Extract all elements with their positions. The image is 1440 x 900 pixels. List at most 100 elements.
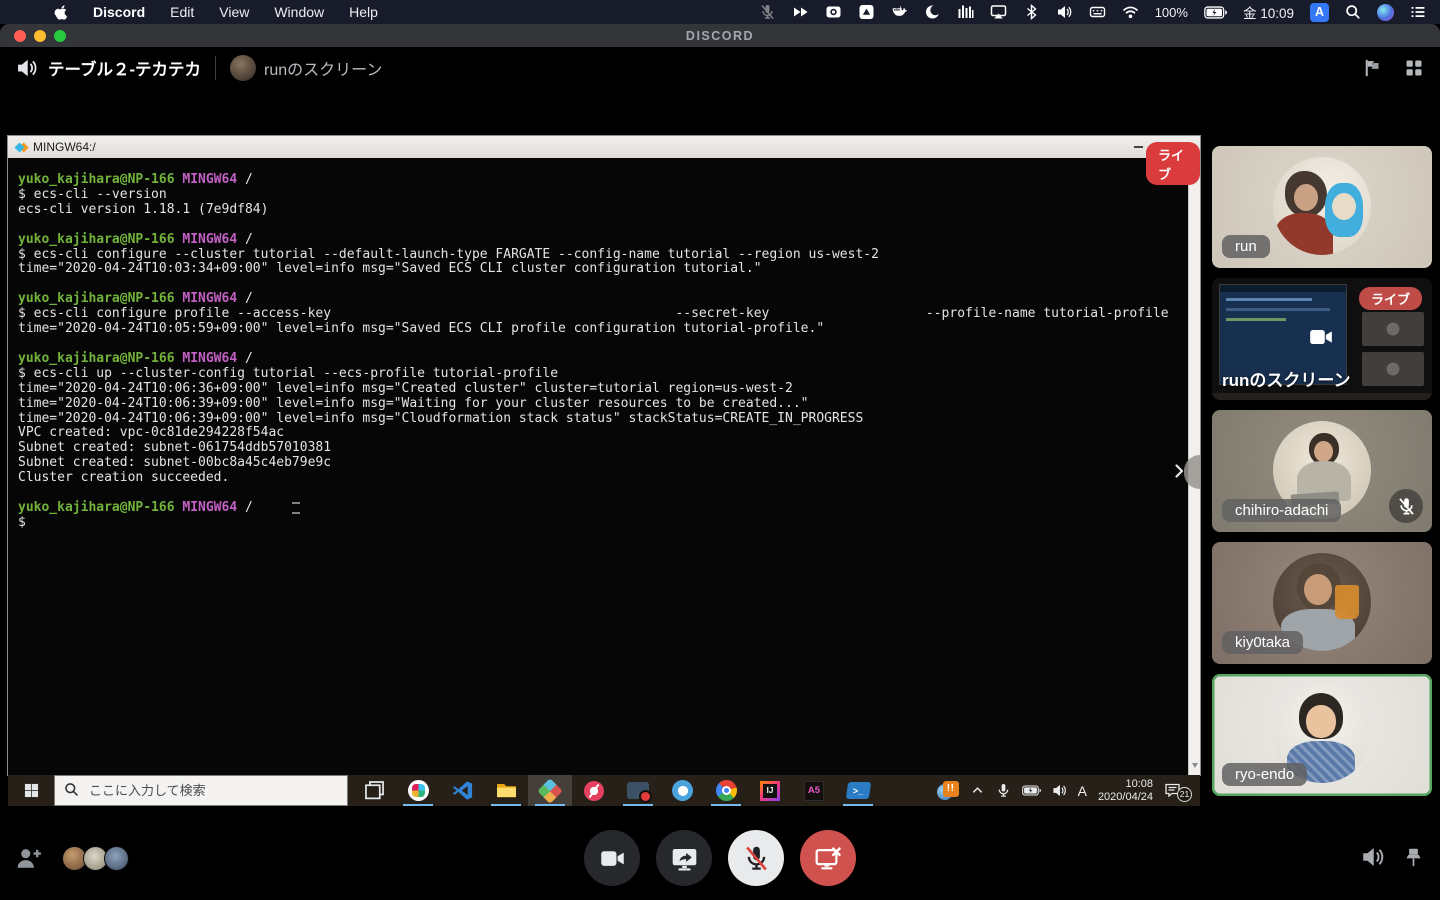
- taskbar-app-screen-recorder[interactable]: [616, 775, 660, 806]
- wifi-icon[interactable]: [1122, 4, 1139, 20]
- menu-window[interactable]: Window: [274, 4, 324, 20]
- menu-discord[interactable]: Discord: [93, 4, 145, 20]
- airplay-icon[interactable]: [990, 4, 1007, 20]
- volume-icon[interactable]: [1056, 4, 1073, 20]
- participant-tile-ryo-endo[interactable]: ryo-endo: [1212, 674, 1432, 796]
- screen-record-icon[interactable]: [825, 4, 842, 20]
- chevron-right-icon[interactable]: [1171, 461, 1187, 481]
- disconnect-button[interactable]: [800, 830, 856, 886]
- keyboard-icon[interactable]: [1089, 4, 1106, 20]
- battery-percent: 100%: [1154, 4, 1188, 20]
- intellij-icon: [760, 780, 780, 801]
- menubar-menus: Discord Edit View Window Help: [93, 4, 378, 20]
- vscode-icon: [452, 780, 473, 801]
- windows-start-button[interactable]: [8, 775, 54, 806]
- drive-icon[interactable]: [858, 4, 875, 20]
- participant-tile-run[interactable]: run: [1212, 146, 1432, 268]
- double-chevron-icon[interactable]: [792, 4, 809, 20]
- terminal-title: MINGW64:/: [33, 140, 96, 154]
- menu-view[interactable]: View: [219, 4, 249, 20]
- taskbar-app-chrome[interactable]: [704, 775, 748, 806]
- windows-logo-icon: [24, 783, 39, 798]
- tray-alert-icon[interactable]: !!: [936, 780, 959, 801]
- siri-icon[interactable]: [1377, 3, 1394, 21]
- taskbar-app-task-view[interactable]: [352, 775, 396, 806]
- menubar-status-icons: [759, 4, 1139, 20]
- screenshare-button[interactable]: [656, 830, 712, 886]
- eq-bars-icon[interactable]: [957, 4, 974, 20]
- volume-icon[interactable]: [1361, 845, 1385, 869]
- channel-name: テーブル２-テカテカ: [48, 60, 202, 79]
- scroll-down-arrow-icon[interactable]: [1192, 763, 1198, 771]
- taskbar-app-snipping-tool[interactable]: [572, 775, 616, 806]
- alert-badge: !!: [942, 780, 959, 797]
- docker-icon[interactable]: [891, 4, 908, 20]
- powershell-icon: [845, 782, 871, 799]
- participant-tile-chihiro-adachi[interactable]: chihiro-adachi: [1212, 410, 1432, 532]
- msys2-logo-icon: [14, 142, 25, 152]
- mute-button[interactable]: [728, 830, 784, 886]
- tray-volume-icon[interactable]: [1052, 783, 1067, 798]
- taskbar-app-msys2-terminal[interactable]: [528, 775, 572, 806]
- terminal-titlebar[interactable]: MINGW64:/: [8, 136, 1200, 158]
- taskbar-app-slack[interactable]: [396, 775, 440, 806]
- app-logo: DISCORD: [685, 28, 755, 43]
- stream-preview-tile: [1362, 352, 1424, 386]
- apple-icon[interactable]: [54, 4, 69, 21]
- text-cursor: [292, 502, 300, 514]
- flag-icon[interactable]: [1362, 58, 1382, 78]
- tray-battery-icon[interactable]: [1021, 785, 1041, 796]
- person-add-icon[interactable]: [16, 845, 42, 871]
- call-controls: [584, 830, 856, 886]
- windows-search-input[interactable]: [54, 775, 348, 806]
- live-badge: ライブ: [1146, 142, 1200, 185]
- stream-preview-taskbar: [1212, 393, 1432, 400]
- camera-button[interactable]: [584, 830, 640, 886]
- mic-muted-icon: [1389, 489, 1423, 523]
- menu-edit[interactable]: Edit: [170, 4, 194, 20]
- participant-name: kiy0taka: [1222, 631, 1304, 654]
- tray-mic-icon[interactable]: [996, 783, 1011, 798]
- voice-member-avatars: [62, 845, 129, 871]
- search-icon: [64, 782, 79, 797]
- notification-count: 21: [1177, 786, 1192, 802]
- mini-avatar[interactable]: [104, 845, 129, 871]
- tray-clock[interactable]: 10:08 2020/04/24: [1098, 778, 1153, 803]
- tray-ime-badge[interactable]: A: [1078, 783, 1087, 799]
- menubar-clock[interactable]: 金 10:09: [1243, 2, 1294, 22]
- taskbar-app-intellij-idea[interactable]: [748, 775, 792, 806]
- participant-tile-run-screen[interactable]: ライブ runのスクリーン: [1212, 278, 1432, 400]
- channel-header: テーブル２-テカテカ runのスクリーン: [0, 47, 1440, 88]
- pin-icon[interactable]: [1403, 847, 1424, 868]
- ime-badge[interactable]: A: [1310, 2, 1329, 22]
- battery-icon[interactable]: [1204, 5, 1227, 19]
- notification-center-icon[interactable]: 21: [1164, 780, 1192, 802]
- bluetooth-icon[interactable]: [1023, 4, 1040, 20]
- speaker-icon: [16, 57, 38, 79]
- mic-muted-dark-icon: [743, 845, 770, 872]
- camera-icon: [1308, 324, 1334, 350]
- spotlight-icon[interactable]: [1345, 4, 1361, 20]
- control-center-list-icon[interactable]: [1410, 4, 1426, 20]
- taskbar-app-a5-sql[interactable]: [792, 775, 836, 806]
- taskbar-app-vscode[interactable]: [440, 775, 484, 806]
- msys2-icon: [537, 777, 563, 804]
- mic-muted-icon[interactable]: [759, 4, 776, 20]
- taskbar-app-docker-desktop[interactable]: [660, 775, 704, 806]
- taskbar-app-file-explorer[interactable]: [484, 775, 528, 806]
- crescent-icon[interactable]: [924, 4, 941, 20]
- tray-chevron-up-icon[interactable]: [970, 783, 985, 798]
- participant-name: runのスクリーン: [1222, 371, 1351, 390]
- screenshare-icon: [671, 845, 698, 872]
- taskbar-app-powershell[interactable]: [836, 775, 880, 806]
- footer-right: [1361, 845, 1424, 869]
- participant-tile-kiy0taka[interactable]: kiy0taka: [1212, 542, 1432, 664]
- menu-help[interactable]: Help: [349, 4, 378, 20]
- streamer-avatar[interactable]: [230, 54, 257, 81]
- terminal-minimize-button[interactable]: [1132, 141, 1144, 153]
- live-badge: ライブ: [1358, 287, 1422, 310]
- grid-view-icon[interactable]: [1404, 58, 1424, 78]
- participant-name: chihiro-adachi: [1222, 499, 1342, 522]
- stream-preview-tile: [1362, 312, 1424, 346]
- macos-menu-bar: Discord Edit View Window Help 100% 金 10:09 A: [0, 0, 1440, 24]
